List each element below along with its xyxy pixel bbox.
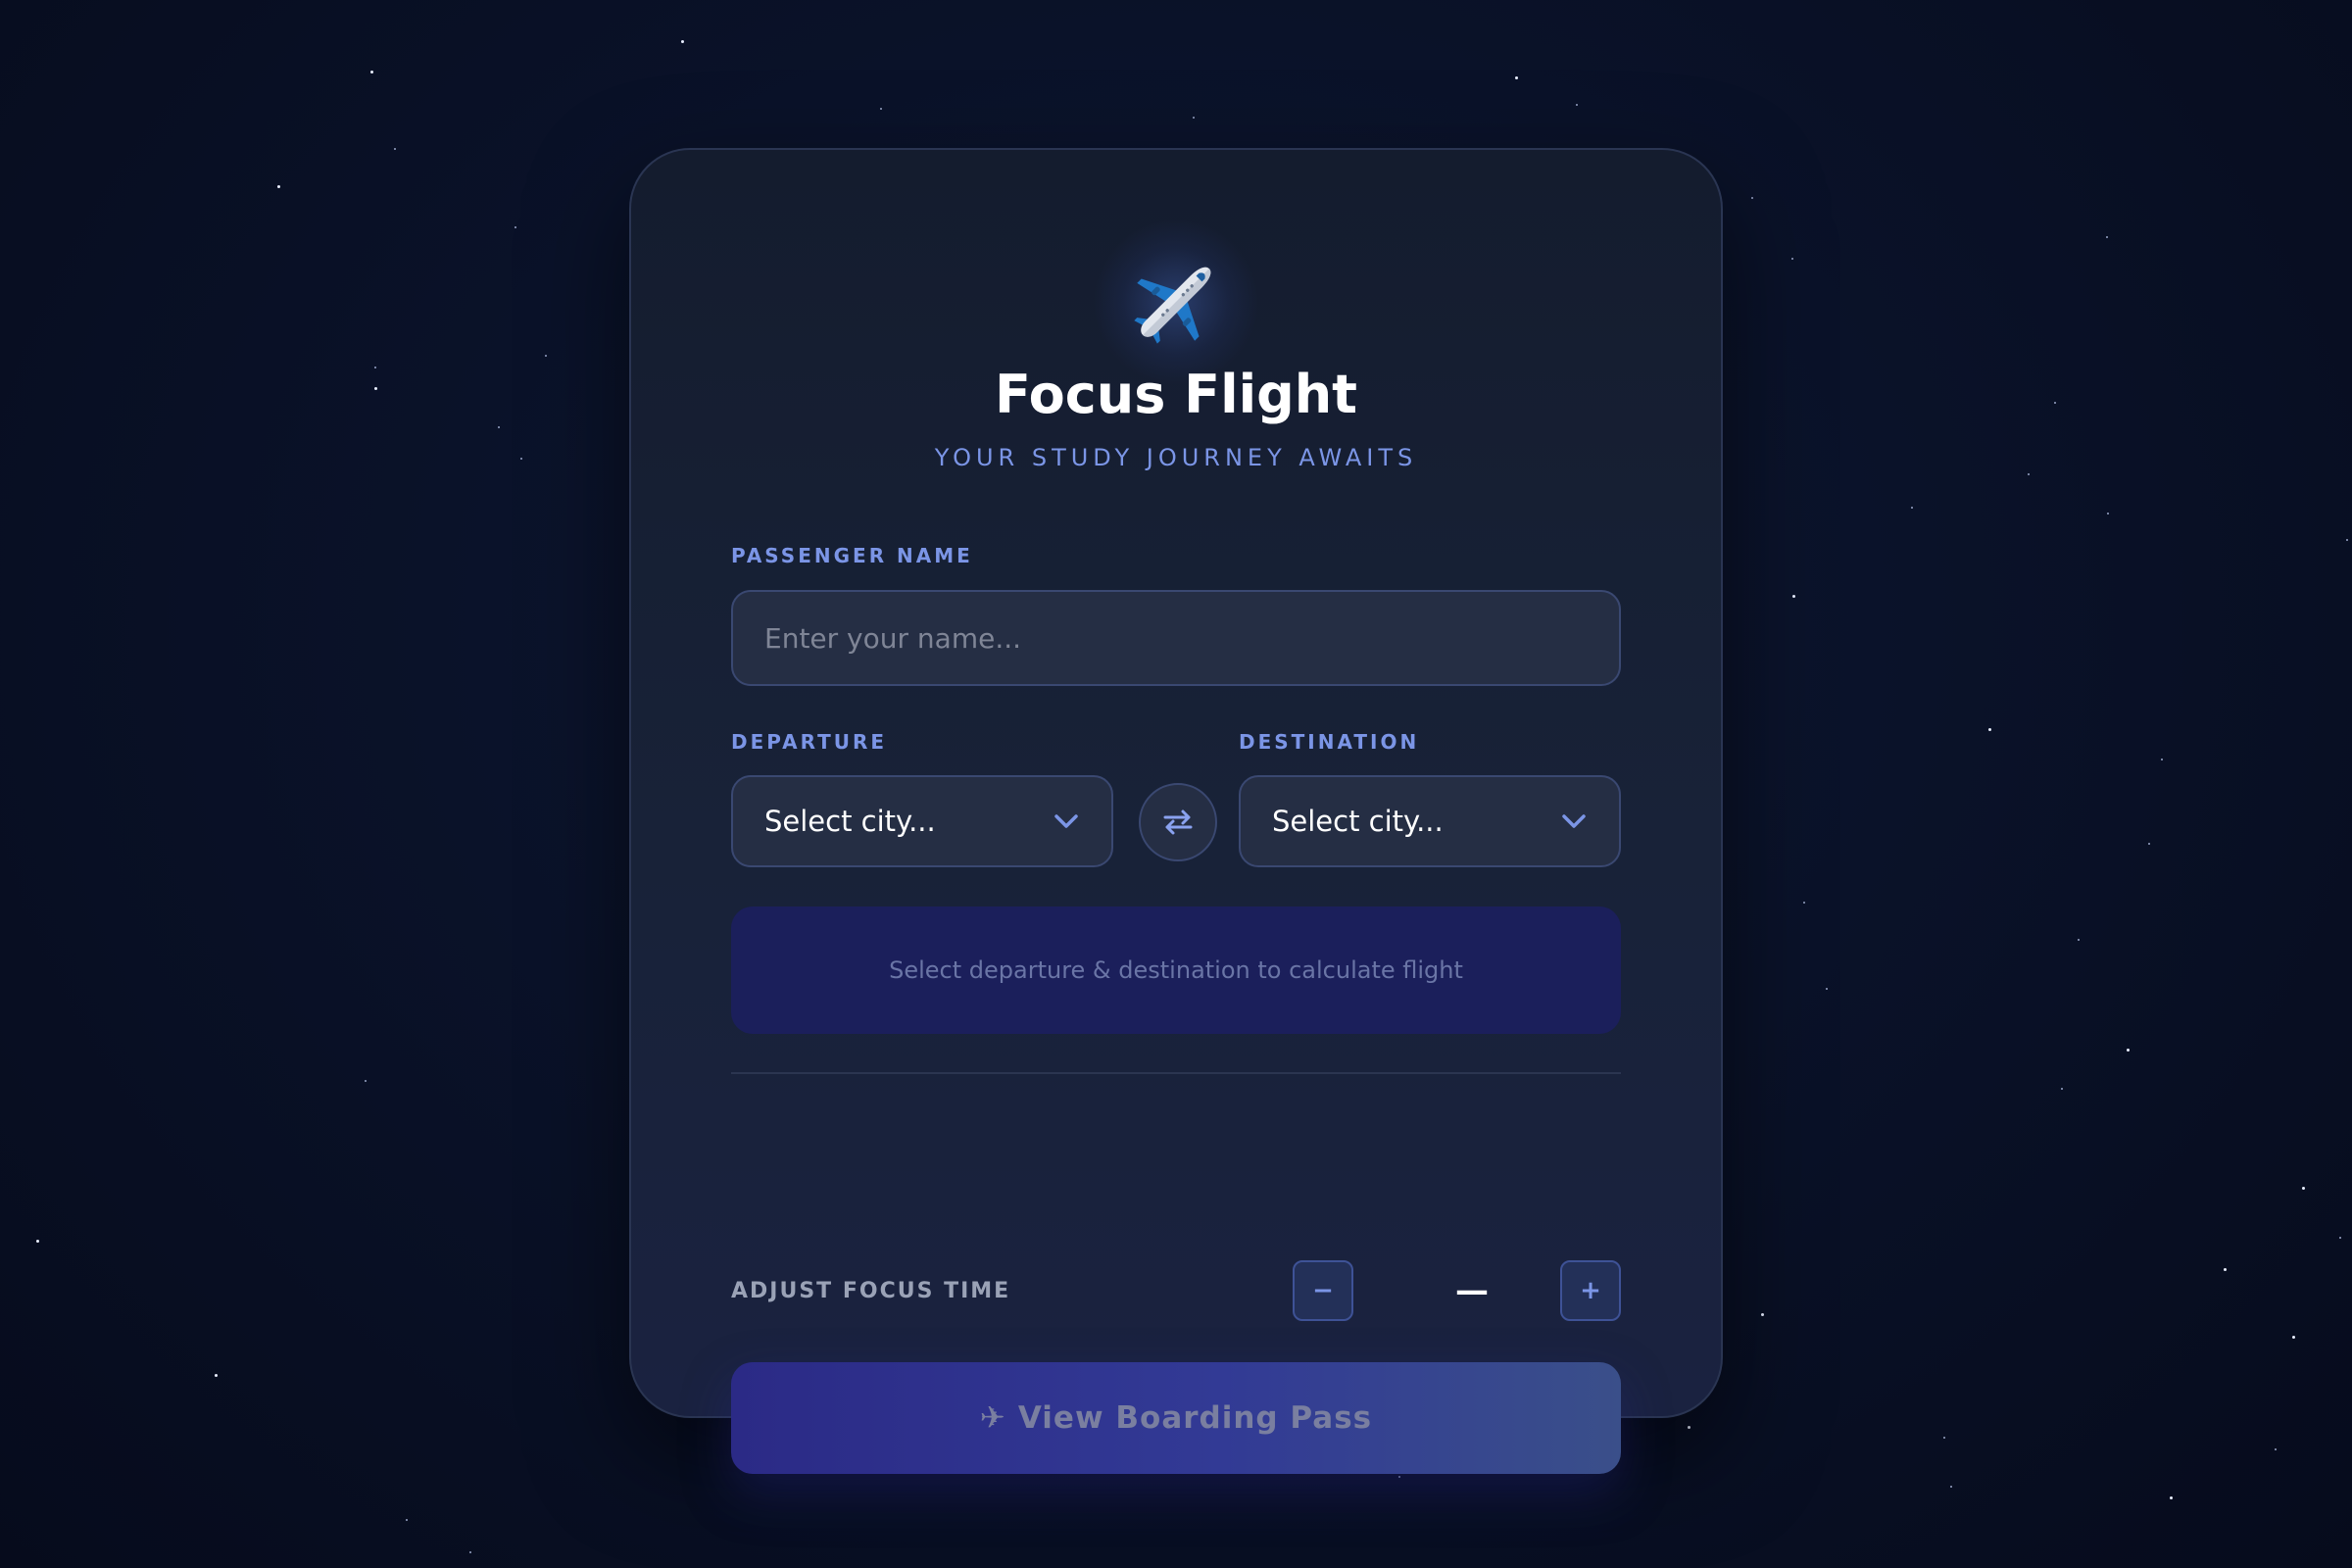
flight-info-message: Select departure & destination to calcul…: [889, 956, 1463, 984]
chevron-down-icon: [1562, 814, 1586, 828]
flight-info-panel: Select departure & destination to calcul…: [731, 906, 1621, 1034]
plane-icon: ✈: [979, 1400, 1006, 1436]
view-boarding-pass-button[interactable]: ✈ View Boarding Pass: [731, 1362, 1621, 1474]
swap-arrows-icon: [1163, 809, 1193, 835]
flight-setup-card: Focus Flight YOUR STUDY JOURNEY AWAITS P…: [629, 148, 1723, 1474]
decrease-focus-time-button[interactable]: −: [1293, 1260, 1353, 1321]
focus-time-label: ADJUST FOCUS TIME: [731, 1278, 1011, 1303]
destination-select[interactable]: Select city...: [1239, 775, 1621, 867]
departure-label: DEPARTURE: [731, 730, 888, 754]
departure-selected-value: Select city...: [764, 805, 936, 838]
chevron-down-icon: [1054, 814, 1078, 828]
passenger-name-input[interactable]: [731, 590, 1621, 686]
airplane-icon: [1134, 267, 1211, 344]
app-title: Focus Flight: [994, 364, 1357, 425]
destination-selected-value: Select city...: [1272, 805, 1444, 838]
focus-time-value: —: [1455, 1271, 1489, 1310]
destination-label: DESTINATION: [1239, 730, 1420, 754]
focus-time-label-wrap: ADJUST FOCUS TIME: [731, 1260, 1010, 1321]
departure-select[interactable]: Select city...: [731, 775, 1113, 867]
app-subtitle: YOUR STUDY JOURNEY AWAITS: [934, 444, 1418, 471]
passenger-name-label: PASSENGER NAME: [731, 544, 973, 567]
swap-cities-button[interactable]: [1139, 783, 1217, 861]
app-icon-container: [631, 219, 1721, 385]
section-divider: [731, 1072, 1621, 1074]
view-boarding-pass-label: View Boarding Pass: [1017, 1400, 1373, 1436]
increase-focus-time-button[interactable]: +: [1560, 1260, 1621, 1321]
